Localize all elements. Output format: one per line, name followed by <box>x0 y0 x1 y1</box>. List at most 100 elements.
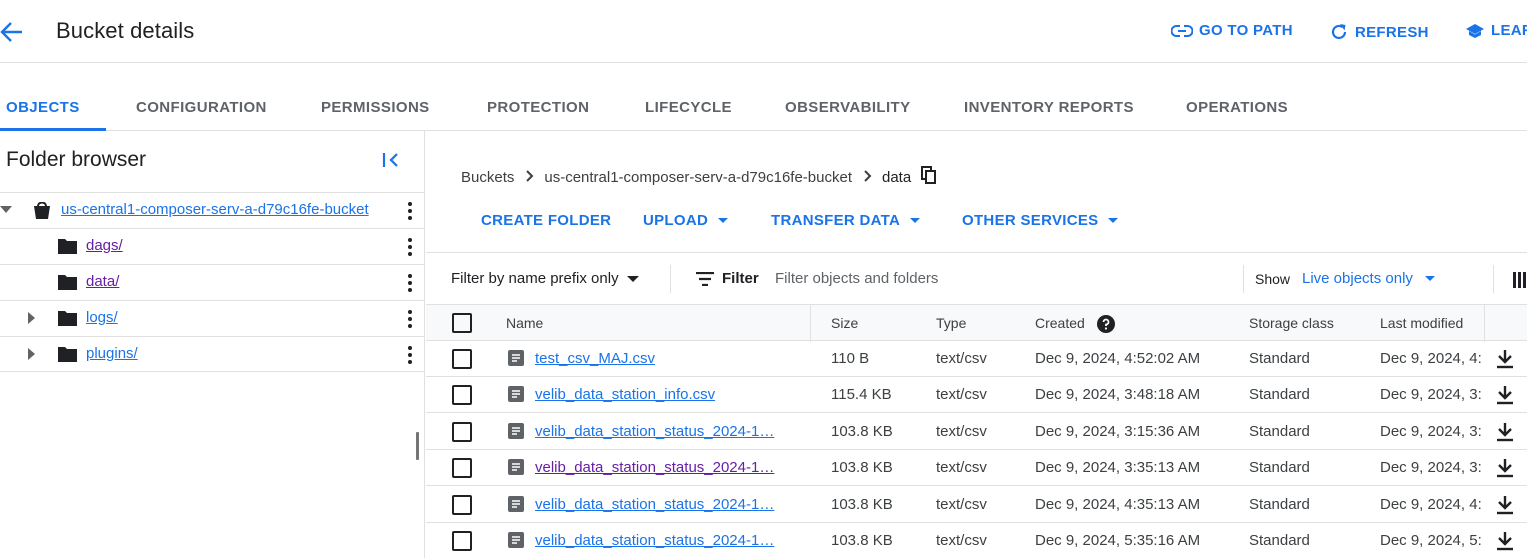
row-checkbox[interactable] <box>452 458 472 478</box>
tab-protection[interactable]: PROTECTION <box>487 99 589 116</box>
other-services-button[interactable]: OTHER SERVICES <box>962 212 1119 229</box>
tree-item-bucket[interactable]: us-central1-composer-serv-a-d79c16fe-buc… <box>0 192 425 228</box>
column-display-icon[interactable] <box>1513 272 1527 288</box>
tree-item-logs[interactable]: logs/ <box>0 300 425 336</box>
show-label: Show <box>1255 271 1291 287</box>
more-vert-icon[interactable] <box>404 346 416 366</box>
caret-right-icon[interactable] <box>28 348 36 360</box>
table-row[interactable]: test_csv_MAJ.csv 110 B text/csv Dec 9, 2024… <box>426 341 1527 377</box>
file-icon <box>508 350 524 366</box>
row-checkbox[interactable] <box>452 495 472 515</box>
file-name-link[interactable]: velib_data_station_info.csv <box>535 386 793 403</box>
file-size: 115.4 KB <box>831 386 892 403</box>
file-last-modified: Dec 9, 2024, 3: <box>1380 386 1482 403</box>
table-row[interactable]: velib_data_station_status_2024-1… 103.8 K… <box>426 414 1527 450</box>
col-header-created[interactable]: Created <box>1035 315 1115 334</box>
breadcrumb: Buckets us-central1-composer-serv-a-d79c… <box>461 166 937 188</box>
tree-item-label[interactable]: us-central1-composer-serv-a-d79c16fe-buc… <box>61 201 369 218</box>
breadcrumb-bucket[interactable]: us-central1-composer-serv-a-d79c16fe-buc… <box>544 169 852 186</box>
table-row[interactable]: velib_data_station_status_2024-1… 103.8 K… <box>426 523 1527 558</box>
file-icon <box>508 459 524 475</box>
col-header-storage-class[interactable]: Storage class <box>1249 315 1334 331</box>
tab-objects[interactable]: OBJECTS <box>6 99 80 116</box>
go-to-path-button[interactable]: GO TO PATH <box>1171 22 1293 39</box>
more-vert-icon[interactable] <box>404 274 416 294</box>
tab-inventory-reports[interactable]: INVENTORY REPORTS <box>964 99 1134 116</box>
more-vert-icon[interactable] <box>404 310 416 330</box>
learn-label: LEAR <box>1491 22 1527 39</box>
help-icon[interactable] <box>1096 315 1115 334</box>
folder-browser-title: Folder browser <box>6 148 147 171</box>
caret-down-icon[interactable] <box>0 206 12 214</box>
row-checkbox[interactable] <box>452 349 472 369</box>
learn-button[interactable]: LEAR <box>1465 22 1527 39</box>
copy-icon[interactable] <box>921 166 937 188</box>
col-header-name[interactable]: Name <box>506 315 543 331</box>
table-header: Name Size Type Created Storage class Las… <box>426 304 1527 342</box>
file-name-link[interactable]: test_csv_MAJ.csv <box>535 350 793 367</box>
download-icon[interactable] <box>1496 531 1514 551</box>
col-header-type[interactable]: Type <box>936 315 966 331</box>
download-icon[interactable] <box>1496 385 1514 405</box>
filter-list-icon <box>696 271 714 286</box>
refresh-button[interactable]: REFRESH <box>1329 22 1429 42</box>
tree-item-label[interactable]: plugins/ <box>86 345 138 362</box>
breadcrumb-buckets[interactable]: Buckets <box>461 169 514 186</box>
page-title: Bucket details <box>56 18 195 43</box>
tree-item-label[interactable]: dags/ <box>86 237 123 254</box>
col-header-last-modified[interactable]: Last modified <box>1380 315 1463 331</box>
caret-right-icon[interactable] <box>28 312 36 324</box>
upload-button[interactable]: UPLOAD <box>643 212 729 229</box>
tab-configuration[interactable]: CONFIGURATION <box>136 99 267 116</box>
table-row[interactable]: velib_data_station_status_2024-1… 103.8 K… <box>426 487 1527 523</box>
download-icon[interactable] <box>1496 495 1514 515</box>
more-vert-icon[interactable] <box>404 202 416 222</box>
tab-operations[interactable]: OPERATIONS <box>1186 99 1288 116</box>
tab-permissions[interactable]: PERMISSIONS <box>321 99 430 116</box>
file-storage-class: Standard <box>1249 350 1310 367</box>
back-arrow-icon[interactable] <box>0 18 26 46</box>
row-checkbox[interactable] <box>452 531 472 551</box>
create-folder-label: CREATE FOLDER <box>481 212 612 229</box>
file-size: 103.8 KB <box>831 459 893 476</box>
dropdown-caret-icon <box>1424 276 1435 281</box>
file-type: text/csv <box>936 459 987 476</box>
tree-item-data[interactable]: data/ <box>0 264 425 300</box>
file-storage-class: Standard <box>1249 423 1310 440</box>
file-size: 103.8 KB <box>831 532 893 549</box>
tree-item-label[interactable]: logs/ <box>86 309 118 326</box>
row-checkbox[interactable] <box>452 422 472 442</box>
file-last-modified: Dec 9, 2024, 4: <box>1380 350 1482 367</box>
show-objects-select[interactable]: Live objects only <box>1302 270 1435 287</box>
row-checkbox[interactable] <box>452 385 472 405</box>
table-row[interactable]: velib_data_station_info.csv 115.4 KB text/… <box>426 377 1527 413</box>
file-storage-class: Standard <box>1249 532 1310 549</box>
tab-observability[interactable]: OBSERVABILITY <box>785 99 911 116</box>
download-icon[interactable] <box>1496 422 1514 442</box>
file-storage-class: Standard <box>1249 496 1310 513</box>
divider <box>1243 265 1244 293</box>
download-icon[interactable] <box>1496 349 1514 369</box>
tree-item-label[interactable]: data/ <box>86 273 119 290</box>
file-name-link[interactable]: velib_data_station_status_2024-1… <box>535 496 793 513</box>
filter-button[interactable]: Filter <box>696 270 759 287</box>
table-row[interactable]: velib_data_station_status_2024-1… 103.8 K… <box>426 450 1527 486</box>
file-name-link[interactable]: velib_data_station_status_2024-1… <box>535 532 793 549</box>
panel-resize-handle[interactable] <box>416 432 419 460</box>
select-all-checkbox[interactable] <box>452 313 472 333</box>
download-icon[interactable] <box>1496 458 1514 478</box>
tree-item-plugins[interactable]: plugins/ <box>0 336 425 372</box>
more-vert-icon[interactable] <box>404 238 416 258</box>
col-header-size[interactable]: Size <box>831 315 858 331</box>
tab-lifecycle[interactable]: LIFECYCLE <box>645 99 732 116</box>
refresh-label: REFRESH <box>1355 23 1429 41</box>
filter-mode-select[interactable]: Filter by name prefix only <box>451 270 639 287</box>
filter-label: Filter <box>722 270 759 287</box>
file-name-link[interactable]: velib_data_station_status_2024-1… <box>535 459 793 476</box>
filter-input[interactable]: Filter objects and folders <box>775 270 938 287</box>
tree-item-dags[interactable]: dags/ <box>0 228 425 264</box>
collapse-panel-icon[interactable] <box>382 151 400 174</box>
create-folder-button[interactable]: CREATE FOLDER <box>481 212 611 229</box>
file-name-link[interactable]: velib_data_station_status_2024-1… <box>535 423 793 440</box>
transfer-data-button[interactable]: TRANSFER DATA <box>771 212 921 229</box>
